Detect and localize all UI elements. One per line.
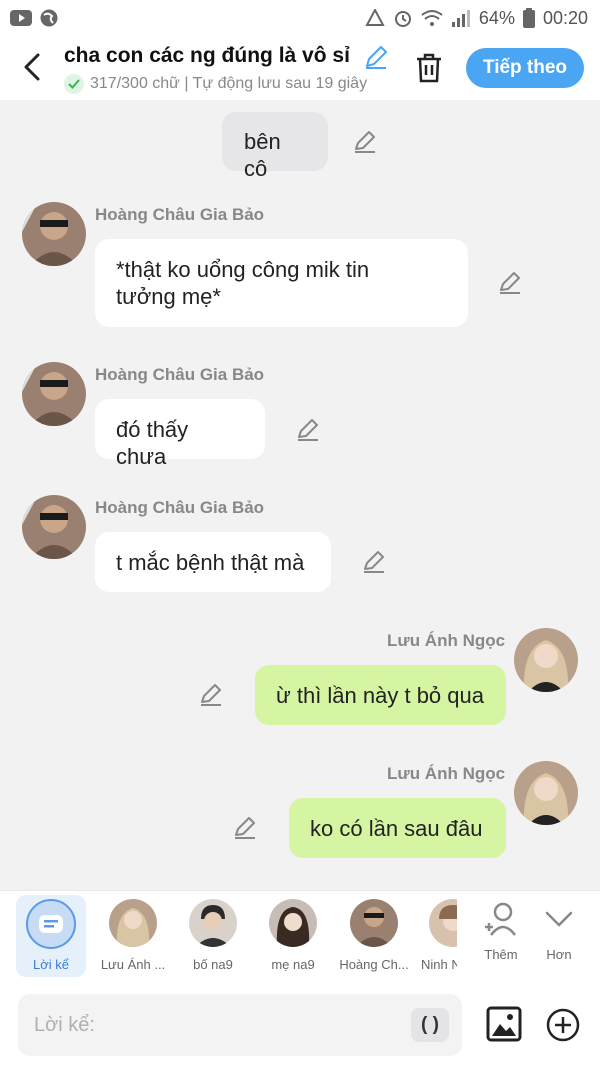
edit-message-icon[interactable] — [352, 129, 378, 155]
edit-title-button[interactable] — [363, 44, 389, 70]
back-arrow-icon — [24, 53, 40, 81]
message-text: bên cô — [244, 129, 281, 181]
battery-percent: 64% — [478, 7, 515, 28]
message-bubble[interactable]: ko có lần sau đâu — [289, 798, 506, 858]
story-title[interactable]: cha con các ng đúng là vô sỉ — [64, 44, 350, 68]
message-bubble[interactable]: đó thấy chưa — [95, 399, 265, 469]
avatar[interactable] — [22, 202, 86, 266]
avatar — [189, 899, 237, 947]
character-label: mẹ na9 — [271, 957, 315, 972]
edit-message-icon[interactable] — [295, 417, 321, 443]
add-user-icon — [485, 902, 516, 936]
edit-message-icon[interactable] — [497, 270, 523, 296]
header: cha con các ng đúng là vô sỉ 317/300 chữ… — [0, 36, 600, 100]
sender-name: Hoàng Châu Gia Bảo — [95, 365, 265, 384]
edit-message-icon[interactable] — [361, 549, 387, 575]
narration-bubble[interactable]: bên cô — [222, 112, 328, 181]
message-bubble[interactable]: ừ thì lần này t bỏ qua — [255, 665, 506, 725]
character-bo-na9[interactable]: bố na9 — [178, 899, 248, 972]
status-bar: 64% 00:20 — [0, 0, 600, 36]
message-text: ko có lần sau đâu — [310, 816, 483, 841]
parentheses-button[interactable]: ( ) — [411, 1008, 449, 1042]
avatar — [269, 899, 317, 947]
avatar[interactable] — [514, 628, 578, 692]
word-count-text: 317/300 chữ | Tự động lưu sau 19 giây — [90, 75, 368, 92]
character-label: bố na9 — [193, 957, 233, 972]
add-button[interactable] — [546, 1008, 580, 1042]
image-icon — [486, 1006, 522, 1042]
back-button[interactable] — [16, 50, 48, 84]
delete-button[interactable] — [414, 52, 444, 84]
wifi-icon — [421, 9, 443, 27]
avatar — [429, 899, 457, 947]
avatar — [350, 899, 398, 947]
avatar[interactable] — [22, 495, 86, 559]
more-label: Hơn — [546, 947, 572, 962]
sender-name: Lưu Ánh Ngọc — [387, 764, 506, 783]
plus-circle-icon — [546, 1008, 580, 1042]
insert-image-button[interactable] — [486, 1006, 522, 1042]
recycle-icon — [365, 9, 385, 27]
globe-icon — [40, 9, 58, 27]
message-input-container: ( ) — [18, 994, 462, 1056]
battery-icon — [522, 8, 535, 28]
message-text: *thật ko uổng công mik tin — [116, 257, 370, 282]
signal-icon — [451, 9, 471, 27]
message-text: tưởng mẹ* — [116, 284, 221, 309]
sender-name: Lưu Ánh Ngọc — [387, 631, 506, 650]
message-bubble[interactable]: t mắc bệnh thật mà — [95, 532, 331, 592]
message-text: ừ thì lần này t bỏ qua — [276, 683, 484, 708]
message-bubble[interactable]: *thật ko uổng công mik tin tưởng mẹ* — [95, 239, 468, 327]
more-button[interactable]: Hơn — [524, 899, 594, 962]
chat-area: bên cô Hoàng Châu Gia Bảo *thật ko uổng … — [0, 100, 600, 890]
input-bar: ( ) — [0, 984, 600, 1067]
pencil-icon — [366, 46, 387, 69]
narrator-selector[interactable]: Lời kể — [16, 895, 86, 977]
sender-name: Hoàng Châu Gia Bảo — [95, 498, 265, 517]
character-label: Ninh N — [421, 957, 457, 972]
character-bar: Lời kể Lưu Ánh ... bố na9 mẹ na9 Hoàng C… — [0, 890, 600, 984]
message-text: t mắc bệnh thật mà — [116, 550, 305, 575]
sender-name: Hoàng Châu Gia Bảo — [95, 205, 265, 224]
check-icon — [64, 74, 84, 94]
character-hoang-chau[interactable]: Hoàng Ch... — [339, 899, 409, 972]
character-ninh[interactable]: Ninh N — [419, 899, 457, 972]
youtube-icon — [10, 10, 32, 26]
character-me-na9[interactable]: mẹ na9 — [258, 899, 328, 972]
edit-message-icon[interactable] — [198, 682, 224, 708]
character-label: Lưu Ánh ... — [100, 957, 166, 972]
character-luu-anh-ngoc[interactable]: Lưu Ánh ... — [98, 899, 168, 972]
narrator-icon — [26, 899, 76, 949]
next-button[interactable]: Tiếp theo — [466, 48, 584, 88]
message-input[interactable] — [34, 1006, 404, 1044]
trash-icon — [417, 53, 441, 83]
avatar[interactable] — [514, 761, 578, 825]
avatar — [109, 899, 157, 947]
word-count-status: 317/300 chữ | Tự động lưu sau 19 giây — [64, 74, 392, 94]
alarm-icon — [393, 8, 413, 28]
character-label: Hoàng Ch... — [339, 957, 409, 972]
chevron-down-icon — [545, 911, 573, 927]
narrator-label: Lời kể — [33, 957, 69, 972]
message-text: đó thấy chưa — [116, 417, 189, 469]
avatar[interactable] — [22, 362, 86, 426]
edit-message-icon[interactable] — [232, 815, 258, 841]
clock: 00:20 — [542, 7, 588, 28]
